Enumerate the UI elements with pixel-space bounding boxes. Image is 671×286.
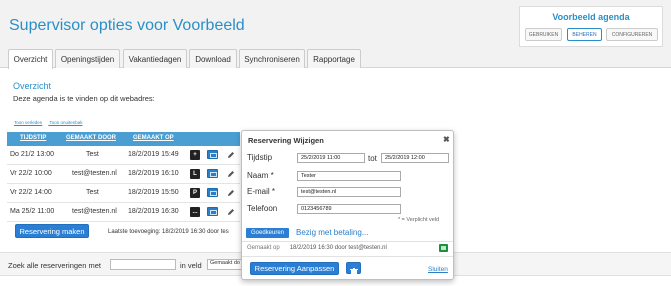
divider [242,256,453,257]
status-badge: + [190,150,200,160]
row-created-on: 18/2/2019 16:30 [128,208,179,215]
page-title: Supervisor opties voor Voorbeeld [9,17,245,34]
tab-synchroniseren[interactable]: Synchroniseren [239,49,305,68]
agenda-panel: Voorbeeld agenda GEBRUIKEN BEHEREN CONFI… [519,6,663,47]
section-description: Deze agenda is te vinden op dit webadres… [13,94,155,103]
row-time: Do 21/2 13:00 [10,151,54,158]
configureren-button[interactable]: CONFIGUREREN [606,28,658,41]
status-badge: L [190,169,200,179]
name-label: Naam * [247,171,274,180]
payment-status: Bezig met betaling... [296,228,369,237]
gebruiken-button[interactable]: GEBRUIKEN [525,28,562,41]
created-info: Gemaakt op 18/2/2019 16:30 door test@test… [247,245,387,251]
close-icon[interactable]: ✖ [443,135,450,144]
row-created-by: Test [86,151,99,158]
start-time-input[interactable]: 25/2/2019 11:00 [297,153,365,163]
status-badge: ... [190,207,200,217]
field-label: in veld [180,261,202,270]
created-label: Gemaakt op [247,245,280,251]
table-header: TIJDSTIP GEMAAKT DOOR GEMAAKT OP [7,132,240,146]
history-links: Toon verleden Toon onuitenbak [14,120,88,125]
email-label: E-mail * [247,187,276,196]
column-gemaakt-door[interactable]: GEMAAKT DOOR [66,135,116,141]
tab-download[interactable]: Download [189,49,237,68]
show-past-link[interactable]: Toon verleden [14,120,42,125]
tab-rapportage[interactable]: Rapportage [307,49,361,68]
column-gemaakt-op[interactable]: GEMAAKT OP [133,135,174,141]
close-link[interactable]: Sluiten [428,266,448,273]
time-label: Tijdstip [247,153,273,162]
table-row[interactable]: Vr 22/2 14:00 Test 18/2/2019 15:50 P [7,184,240,203]
edit-icon[interactable] [227,170,235,178]
row-created-on: 18/2/2019 15:50 [128,189,179,196]
edit-reservation-dialog: Reservering Wijzigen ✖ Tijdstip 25/2/201… [241,130,454,280]
search-input[interactable] [110,259,176,270]
spreadsheet-icon[interactable] [439,244,448,252]
latest-addition: Laatste toevoeging: 18/2/2019 16:30 door… [108,229,229,235]
table-row[interactable]: Vr 22/2 10:00 test@testen.nl 18/2/2019 1… [7,165,240,184]
edit-icon[interactable] [227,208,235,216]
row-time: Vr 22/2 10:00 [10,170,52,177]
created-value: 18/2/2019 16:30 door test@testen.nl [289,245,387,251]
divider [242,241,453,242]
status-badge: P [190,188,200,198]
row-created-on: 18/2/2019 16:10 [128,170,179,177]
row-time: Ma 25/2 11:00 [10,208,55,215]
approve-button[interactable]: Goedkeuren [246,228,289,238]
show-more-link[interactable]: Toon onuitenbak [49,120,82,125]
row-created-by: test@testen.nl [72,208,117,215]
table-row[interactable]: Ma 25/2 11:00 test@testen.nl 18/2/2019 1… [7,203,240,222]
mail-icon[interactable] [207,169,218,178]
mail-icon[interactable] [207,207,218,216]
row-created-on: 18/2/2019 15:49 [128,151,179,158]
field-select[interactable]: Gemaakt do [207,259,245,270]
table-row[interactable]: Do 21/2 13:00 Test 18/2/2019 15:49 + [7,146,240,165]
tab-overzicht[interactable]: Overzicht [8,49,53,69]
mail-icon[interactable] [207,188,218,197]
agenda-title: Voorbeeld agenda [552,12,630,22]
mail-icon[interactable] [207,150,218,159]
email-input[interactable]: test@testen.nl [297,187,401,197]
save-reservation-button[interactable]: Reservering Aanpassen [250,262,339,275]
trash-icon [350,264,358,282]
tab-vakantiedagen[interactable]: Vakantiedagen [123,49,187,68]
required-note: * = Verplicht veld [398,217,440,223]
row-time: Vr 22/2 14:00 [10,189,52,196]
section-title: Overzicht [13,81,52,91]
tab-openingstijden[interactable]: Openingstijden [55,49,120,68]
column-tijdstip[interactable]: TIJDSTIP [20,135,46,141]
make-reservation-button[interactable]: Reservering maken [15,224,89,238]
end-time-input[interactable]: 25/2/2019 12:00 [381,153,449,163]
dialog-title: Reservering Wijzigen [248,136,324,145]
delete-button[interactable] [346,262,361,277]
edit-icon[interactable] [227,151,235,159]
search-label: Zoek alle reserveringen met [8,261,101,270]
row-created-by: test@testen.nl [72,170,117,177]
phone-input[interactable]: 0123456789 [297,204,401,214]
beheren-button[interactable]: BEHEREN [567,28,602,41]
phone-label: Telefoon [247,204,278,213]
to-label: tot [368,154,377,163]
name-input[interactable]: Tester [297,171,401,181]
row-created-by: Test [86,189,99,196]
edit-icon[interactable] [227,189,235,197]
